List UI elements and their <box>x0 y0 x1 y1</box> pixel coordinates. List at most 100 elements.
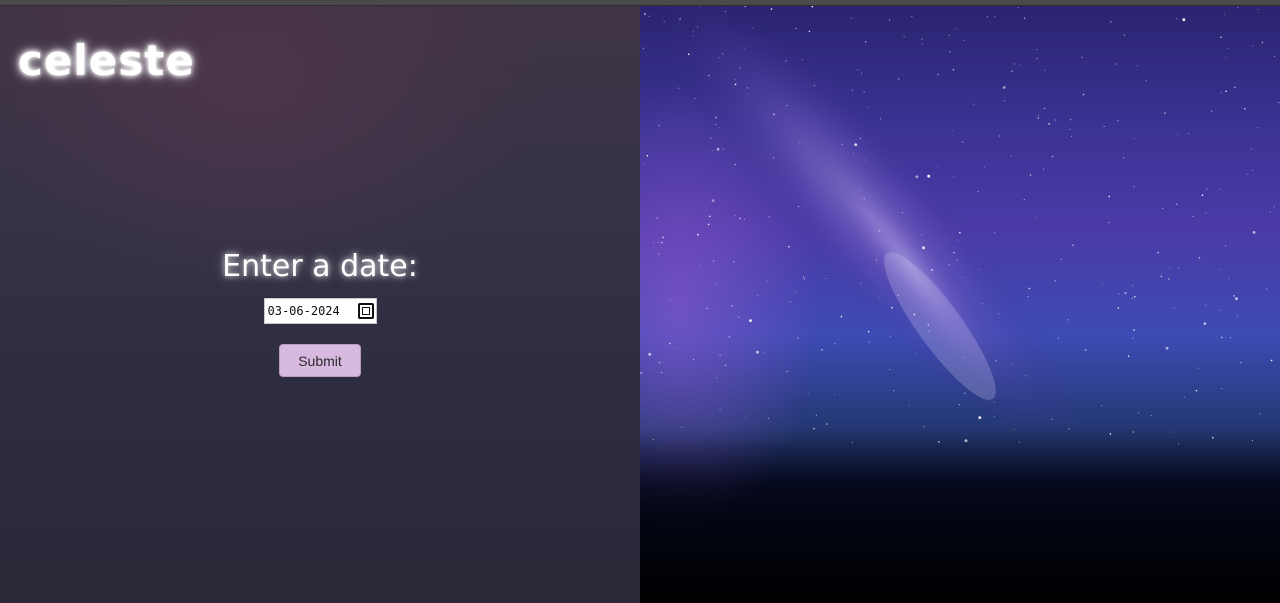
star <box>1206 188 1208 190</box>
star <box>722 53 724 55</box>
star <box>1132 431 1135 433</box>
star <box>1220 92 1222 94</box>
star <box>708 74 710 77</box>
star <box>715 116 717 119</box>
star <box>1014 63 1016 65</box>
star <box>959 231 961 234</box>
star <box>813 84 816 87</box>
star <box>961 141 964 143</box>
star <box>1205 212 1207 214</box>
calendar-icon[interactable] <box>357 303 374 319</box>
star <box>1069 118 1072 121</box>
star <box>931 269 933 271</box>
star <box>890 335 891 337</box>
star <box>994 16 996 18</box>
star <box>952 68 955 71</box>
star <box>867 106 869 108</box>
star <box>1029 174 1032 176</box>
star <box>983 166 985 168</box>
star <box>644 163 645 165</box>
star <box>1101 284 1103 286</box>
submit-button[interactable]: Submit <box>279 344 361 377</box>
star <box>964 439 968 443</box>
star <box>1178 443 1180 445</box>
star <box>1220 188 1222 190</box>
star <box>738 316 740 318</box>
star <box>1164 112 1166 114</box>
star <box>1246 173 1248 175</box>
star <box>928 330 930 332</box>
star <box>1252 169 1254 171</box>
star <box>1118 293 1120 295</box>
star <box>756 350 759 354</box>
star <box>1115 63 1116 65</box>
star <box>697 233 699 236</box>
star <box>678 87 680 89</box>
star <box>1123 34 1126 37</box>
star <box>658 125 660 127</box>
date-prompt-label: Enter a date: <box>222 249 418 284</box>
star <box>652 241 654 243</box>
star <box>889 19 891 21</box>
star <box>864 159 866 161</box>
star <box>1225 90 1227 93</box>
star <box>1127 355 1130 358</box>
star <box>679 18 682 20</box>
star <box>982 303 984 305</box>
star <box>1109 433 1112 435</box>
star <box>821 349 823 351</box>
star <box>1019 64 1021 66</box>
star <box>1011 70 1013 72</box>
star <box>733 261 735 263</box>
star <box>1124 292 1126 294</box>
star <box>1259 413 1261 415</box>
star <box>1069 129 1071 131</box>
star <box>851 441 853 443</box>
star <box>700 264 702 266</box>
star <box>951 130 953 131</box>
star <box>1012 363 1014 365</box>
star <box>715 124 717 126</box>
star <box>1228 278 1230 279</box>
star <box>922 246 925 250</box>
star <box>854 143 858 147</box>
star <box>903 36 905 38</box>
star <box>1240 361 1242 364</box>
star <box>1278 102 1280 104</box>
star <box>938 441 940 443</box>
star <box>957 239 959 241</box>
star <box>644 13 646 15</box>
star <box>785 60 787 62</box>
star <box>662 236 664 239</box>
star <box>840 315 843 318</box>
star <box>833 394 835 395</box>
date-input[interactable]: 03-06-2024 <box>263 298 377 324</box>
star <box>893 390 895 392</box>
star <box>795 27 797 29</box>
star <box>1051 155 1054 158</box>
app-logo[interactable]: celeste <box>18 36 195 85</box>
date-input-value[interactable]: 03-06-2024 <box>268 304 340 318</box>
star <box>867 330 870 333</box>
star <box>1221 388 1223 390</box>
star <box>1150 414 1152 416</box>
star <box>863 198 865 200</box>
star <box>660 371 663 374</box>
star <box>719 408 721 410</box>
star <box>923 426 925 427</box>
star <box>694 98 696 100</box>
star <box>728 336 731 338</box>
star <box>1212 436 1214 439</box>
star <box>1072 244 1074 246</box>
star <box>1133 186 1135 188</box>
star <box>859 189 861 190</box>
star <box>648 15 650 17</box>
star <box>915 352 917 354</box>
star <box>1017 7 1019 8</box>
star <box>1173 307 1175 309</box>
star <box>706 307 708 310</box>
star <box>977 191 979 192</box>
star <box>801 59 803 61</box>
star <box>773 113 775 116</box>
star <box>739 67 741 69</box>
